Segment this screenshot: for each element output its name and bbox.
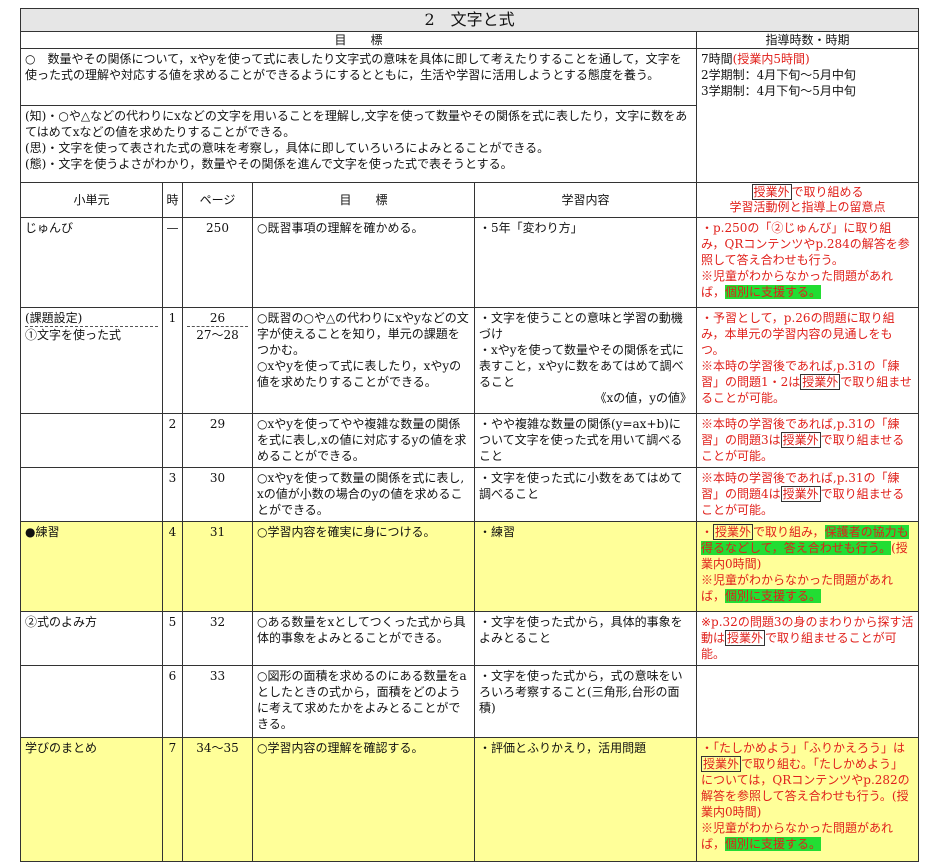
unit-cell: じゅんび: [20, 217, 163, 308]
page-cell: 250: [182, 217, 253, 308]
sub-goal-thinking: (思)・文字を使って表された式の意味を考察し，具体に即していろいろによみとること…: [25, 141, 550, 155]
hours-total: 7時間: [701, 52, 733, 66]
unit-cell: ②式のよみ方: [20, 611, 163, 666]
unit-cell: 学びのまとめ: [20, 737, 163, 862]
content-cell: ・文字を使った式から，具体的事象をよみとること: [474, 611, 697, 666]
col-unit: 小単元: [20, 182, 163, 218]
unit-cell: ●練習: [20, 521, 163, 612]
goal-cell: ○xやyを使って数量の関係を式に表し,xの値が小数の場合のyの値を求めることがで…: [252, 467, 475, 522]
table-row: じゅんび — 250 ○既習事項の理解を確かめる。 ・5年「変わり方」 ・p.2…: [20, 217, 920, 308]
goal-cell: ○図形の面積を求めるのにある数量をaとしたときの式から，面積をどのように考えて求…: [252, 665, 475, 738]
note-cell: ※p.32の問題3の身のまわりから探す活動は 授業外 で取り組ませることが可能。: [695, 611, 920, 666]
note-cell: ・「たしかめよう」「ふりかえろう」は授業外 で取り組む。「たしかめよう」については…: [695, 737, 920, 862]
hour-cell: 2: [162, 413, 183, 468]
hour-cell: 4: [162, 521, 183, 612]
col-page: ページ: [182, 182, 253, 218]
goals-header: 目 標: [20, 31, 697, 49]
sub-goal-attitude: (態)・文字を使うよさがわかり，数量やその関係を進んで文字を使った式で表そうとす…: [25, 157, 513, 171]
page-cell: 32: [182, 611, 253, 666]
main-goal: ○ 数量やその関係について，xやyを使って式に表したり文字式の意味を具体に即して…: [20, 48, 697, 106]
unit-cell: (課題設定) ①文字を使った式: [20, 307, 163, 414]
table-row: 学びのまとめ 7 34〜35 ○学習内容の理解を確認する。 ・評価とふりかえり，…: [20, 737, 920, 862]
table-row: 6 33 ○図形の面積を求めるのにある数量をaとしたときの式から，面積をどのよう…: [20, 665, 920, 738]
goal-cell: ○ある数量をxとしてつくった式から具体的事象をよみとることができる。: [252, 611, 475, 666]
note-cell: ※本時の学習後であれば,p.31の「練習」の問題4は 授業外 で取り組ませることが可…: [695, 467, 920, 522]
table-row: 3 30 ○xやyを使って数量の関係を式に表し,xの値が小数の場合のyの値を求め…: [20, 467, 920, 522]
col-content: 学習内容: [474, 182, 697, 218]
sub-goals: (知)・○や△などの代わりにxなどの文字を用いることを理解し,文字を使って数量や…: [20, 105, 697, 183]
page-cell: 30: [182, 467, 253, 522]
hours-info: 7時間(授業内5時間) 2学期制：4月下旬〜5月中旬 3学期制：4月下旬〜5月中…: [695, 48, 920, 183]
hour-cell: 7: [162, 737, 183, 862]
table-row: 2 29 ○xやyを使ってやや複雑な数量の関係を式に表し,xの値に対応するyの値…: [20, 413, 920, 468]
page-cell: 33: [182, 665, 253, 738]
col-hour: 時: [162, 182, 183, 218]
page-cell: 26 27〜28: [182, 307, 253, 414]
hour-cell: 5: [162, 611, 183, 666]
note-cell: [695, 665, 920, 738]
unit-plan-table: 2 文字と式 目 標 指導時数・時期 ○ 数量やその関係について，xやyを使って…: [19, 8, 920, 862]
content-cell: ・5年「変わり方」: [474, 217, 697, 308]
unit-cell: [20, 413, 163, 468]
content-cell: ・やや複雑な数量の関係(y=ax+b)について文字を使った式を用いて調べること: [474, 413, 697, 468]
page-title: 2 文字と式: [19, 8, 920, 32]
note-cell: ・授業外 で取り組み，保護者の協力も得るなどして，答え合わせも行う。(授業内0時間…: [695, 521, 920, 612]
goal-cell: ○xやyを使ってやや複雑な数量の関係を式に表し,xの値に対応するyの値を求めるこ…: [252, 413, 475, 468]
table-row: ●練習 4 31 ○学習内容を確実に身につける。 ・練習 ・授業外 で取り組み，保…: [20, 521, 920, 612]
hours-header: 指導時数・時期: [695, 31, 920, 49]
page: 2 文字と式 目 標 指導時数・時期 ○ 数量やその関係について，xやyを使って…: [0, 0, 934, 864]
page-cell: 31: [182, 521, 253, 612]
table-row: ②式のよみ方 5 32 ○ある数量をxとしてつくった式から具体的事象をよみとるこ…: [20, 611, 920, 666]
hour-cell: 6: [162, 665, 183, 738]
goal-cell: ○学習内容の理解を確認する。: [252, 737, 475, 862]
page-cell: 34〜35: [182, 737, 253, 862]
hours-term2: 2学期制：4月下旬〜5月中旬: [701, 68, 856, 82]
goal-cell: ○既習事項の理解を確かめる。: [252, 217, 475, 308]
hour-cell: —: [162, 217, 183, 308]
note-cell: ・予習として，p.26の問題に取り組み，本単元の学習内容の見通しをもつ。 ※本時…: [695, 307, 920, 414]
content-cell: ・文字を使うことの意味と学習の動機づけ ・xやyを使って数量やその関係を式に表す…: [474, 307, 697, 414]
unit-cell: [20, 467, 163, 522]
note-cell: ・p.250の「②じゅんび」に取り組み，QRコンテンツやp.284の解答を参照し…: [695, 217, 920, 308]
note-box-label: 授業外: [751, 184, 792, 200]
col-note: 授業外 で取り組める 学習活動例と指導上の留意点: [695, 182, 920, 218]
unit-cell: [20, 665, 163, 738]
sub-goal-knowledge: (知)・○や△などの代わりにxなどの文字を用いることを理解し,文字を使って数量や…: [25, 109, 688, 139]
hour-cell: 3: [162, 467, 183, 522]
note-cell: ※本時の学習後であれば,p.31の「練習」の問題3は 授業外 で取り組ませることが可…: [695, 413, 920, 468]
hours-term3: 3学期制：4月下旬〜5月中旬: [701, 84, 856, 98]
table-row: (課題設定) ①文字を使った式 1 26 27〜28 ○既習の○や△の代わりにx…: [20, 307, 920, 414]
hour-cell: 1: [162, 307, 183, 414]
content-cell: ・文字を使った式に小数をあてはめて調べること: [474, 467, 697, 522]
content-cell: ・文字を使った式から，式の意味をいろいろ考察すること(三角形,台形の面積): [474, 665, 697, 738]
col-goal: 目 標: [252, 182, 475, 218]
page-cell: 29: [182, 413, 253, 468]
content-cell: ・評価とふりかえり，活用問題: [474, 737, 697, 862]
hours-total-note: (授業内5時間): [732, 52, 810, 66]
content-cell: ・練習: [474, 521, 697, 612]
goal-cell: ○既習の○や△の代わりにxやyなどの文字が使えることを知り，単元の課題をつかむ。…: [252, 307, 475, 414]
goal-cell: ○学習内容を確実に身につける。: [252, 521, 475, 612]
